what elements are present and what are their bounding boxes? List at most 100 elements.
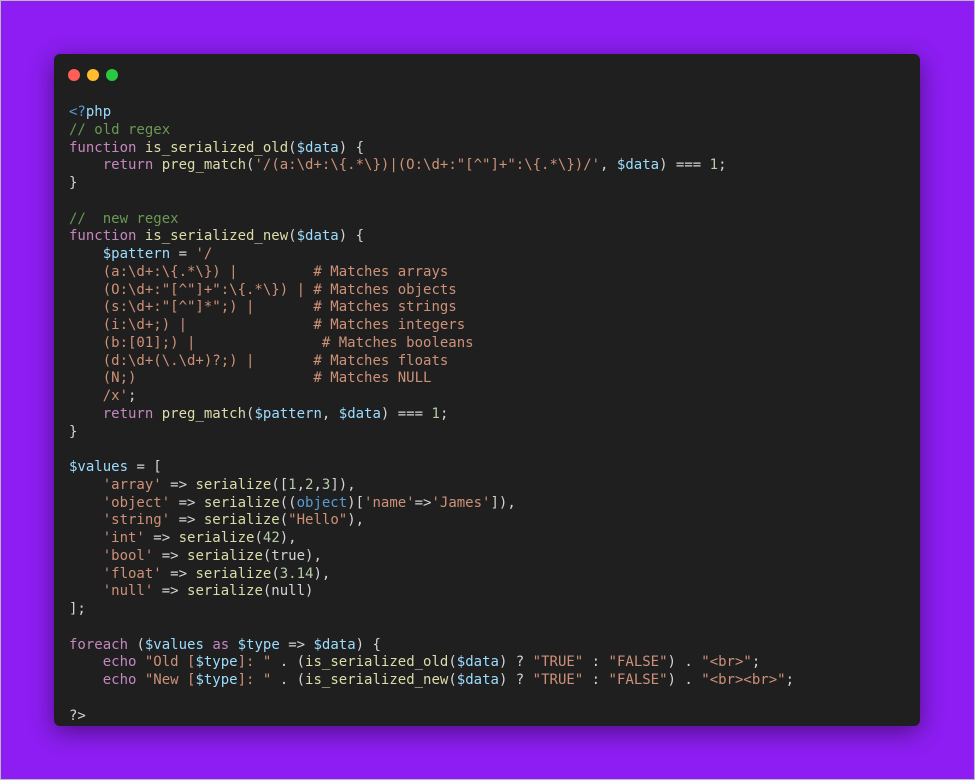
code-line: $pattern = '/: [69, 246, 794, 264]
code-token: $type: [195, 672, 238, 688]
code-token: $data: [338, 405, 381, 422]
code-token: // old regex: [69, 121, 171, 138]
code-token: 1: [431, 405, 440, 422]
code-window: <?php// old regex function is_serialized_…: [54, 54, 920, 726]
code-line: (O:\d+:"[^"]+":\{.*\}) | # Matches objec…: [69, 282, 794, 300]
code-token: $values: [144, 636, 204, 653]
code-line: $values = [: [69, 459, 794, 477]
code-token: 1: [709, 157, 719, 174]
code-token: 42: [262, 530, 280, 546]
code-token: (: [254, 530, 263, 546]
code-token: ) .: [667, 654, 702, 671]
code-line: 'null' => serialize(null): [69, 583, 794, 601]
code-token: (: [279, 512, 289, 529]
code-token: ]: ": [237, 672, 272, 688]
code-token: ) ===: [659, 157, 710, 174]
code-line: 'string' => serialize("Hello"),: [69, 512, 794, 530]
code-token: }: [69, 175, 78, 191]
code-token: (true),: [262, 547, 322, 564]
code-token: "<br><br>": [701, 672, 786, 688]
code-token: ;: [751, 654, 761, 671]
code-token: (b:[01];) | # Matches booleans: [102, 334, 474, 351]
code-token: 'bool': [102, 547, 154, 564]
code-token: ]),: [330, 476, 356, 493]
code-token: (: [271, 565, 280, 582]
code-token: ),: [279, 530, 297, 546]
code-token: preg_match: [161, 405, 247, 422]
code-line: <?php: [69, 104, 794, 122]
code-line: (b:[01];) | # Matches booleans: [69, 335, 794, 353]
code-line: (a:\d+:\{.*\}) | # Matches arrays: [69, 264, 794, 282]
code-token: =>: [414, 494, 432, 511]
minimize-dot-icon[interactable]: [87, 69, 99, 81]
code-token: serialize: [178, 530, 255, 546]
code-token: serialize: [187, 583, 263, 600]
code-token: $data: [296, 228, 339, 245]
code-token: =>: [279, 636, 314, 653]
code-token: ,: [313, 476, 322, 493]
code-token: $pattern: [254, 405, 322, 422]
code-line: 'bool' => serialize(true),: [69, 548, 794, 566]
code-token: (N;) # Matches NULL: [102, 370, 432, 387]
code-token: echo: [102, 672, 145, 688]
code-token: serialize: [203, 512, 280, 529]
code-line: function is_serialized_old($data) {: [69, 140, 794, 158]
code-token: =>: [153, 547, 188, 564]
code-token: )[: [347, 494, 365, 511]
code-token: ) {: [338, 228, 365, 245]
close-dot-icon[interactable]: [68, 69, 80, 81]
code-token: /x': [102, 388, 129, 404]
code-token: (O:\d+:"[^"]+":\{.*\}) | # Matches objec…: [102, 281, 457, 298]
code-token: "Hello": [288, 512, 348, 529]
code-token: ];: [69, 601, 86, 617]
code-token: (: [288, 139, 297, 156]
code-line: 'array' => serialize([1,2,3]),: [69, 477, 794, 495]
code-token: 'null': [102, 583, 154, 600]
code-token: serialize: [187, 547, 263, 564]
code-line: 'object' => serialize((object)['name'=>'…: [69, 495, 794, 513]
code-token: = [: [128, 459, 162, 475]
code-line: (s:\d+:"[^"]*";) | # Matches strings: [69, 299, 794, 317]
code-token: $pattern: [102, 246, 171, 262]
code-token: '/(a:\d+:\{.*\})|(O:\d+:"[^"]+":\{.*\})/…: [254, 157, 601, 174]
code-token: ) .: [667, 672, 702, 688]
code-line: function is_serialized_new($data) {: [69, 228, 794, 246]
code-token: foreach: [69, 636, 137, 653]
code-line: // new regex: [69, 211, 794, 229]
code-token: preg_match: [161, 157, 247, 174]
code-token: $data: [313, 636, 356, 653]
code-token: =>: [161, 476, 196, 493]
code-token: ;: [439, 405, 449, 422]
code-token: 'float': [102, 565, 162, 582]
code-line: /x';: [69, 388, 794, 406]
code-token: (i:\d+;) | # Matches integers: [102, 317, 466, 333]
code-line: foreach ($values as $type => $data) {: [69, 637, 794, 655]
code-token: (: [448, 654, 457, 671]
code-token: ,: [321, 405, 339, 422]
maximize-dot-icon[interactable]: [106, 69, 118, 81]
code-line: ?>: [69, 708, 794, 726]
code-token: }: [69, 423, 78, 440]
code-token: <?: [69, 104, 86, 120]
code-token: "FALSE": [608, 672, 668, 688]
code-token: (d:\d+(\.\d+)?;) | # Matches floats: [102, 352, 449, 369]
code-line: (N;) # Matches NULL: [69, 370, 794, 388]
code-token: php: [85, 104, 112, 120]
code-token: (: [288, 228, 297, 245]
code-line: return preg_match('/(a:\d+:\{.*\})|(O:\d…: [69, 157, 794, 175]
code-token: ) {: [355, 636, 381, 653]
code-line: }: [69, 424, 794, 442]
code-line: 'float' => serialize(3.14),: [69, 566, 794, 584]
code-block[interactable]: <?php// old regex function is_serialized_…: [69, 104, 794, 725]
code-token: ]),: [490, 494, 516, 511]
